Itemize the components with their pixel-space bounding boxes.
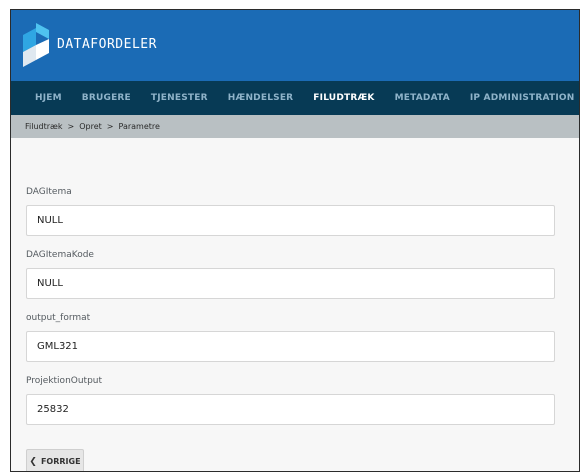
- nav-item-brugere[interactable]: BRUGERE: [82, 93, 131, 103]
- nav-item-ip-administration[interactable]: IP ADMINISTRATION: [470, 93, 575, 103]
- header: DATAFORDELER: [11, 10, 579, 81]
- nav-item-tjenester[interactable]: TJENESTER: [151, 93, 208, 103]
- field-label-dagitemakode: DAGItemaKode: [26, 250, 94, 260]
- back-button-label: FORRIGE: [40, 457, 81, 466]
- breadcrumb-separator: >: [67, 122, 75, 131]
- field-label-dagitema: DAGItema: [26, 187, 72, 197]
- breadcrumb: Filudtræk > Opret > Parametre: [11, 115, 579, 138]
- breadcrumb-item-parametre: Parametre: [118, 122, 160, 131]
- nav-item-metadata[interactable]: METADATA: [395, 93, 450, 103]
- nav-item-filudtraek[interactable]: FILUDTRÆK: [313, 93, 374, 103]
- brand-name[interactable]: DATAFORDELER: [57, 37, 157, 52]
- output-format-input[interactable]: [26, 331, 555, 362]
- dagitema-input[interactable]: [26, 205, 555, 236]
- nav-item-hjem[interactable]: HJEM: [35, 93, 62, 103]
- nav-item-haendelser[interactable]: HÆNDELSER: [228, 93, 294, 103]
- breadcrumb-separator: >: [106, 122, 114, 131]
- breadcrumb-item-filudtraek[interactable]: Filudtræk: [25, 122, 63, 131]
- back-button[interactable]: ❮ FORRIGE: [26, 449, 84, 471]
- chevron-left-icon: ❮: [29, 456, 37, 467]
- breadcrumb-item-opret[interactable]: Opret: [79, 122, 102, 131]
- main-nav: HJEM BRUGERE TJENESTER HÆNDELSER FILUDTR…: [11, 81, 579, 115]
- dagitemakode-input[interactable]: [26, 268, 555, 299]
- field-label-projektion-output: ProjektionOutput: [26, 376, 103, 386]
- app-window: DATAFORDELER HJEM BRUGERE TJENESTER HÆND…: [10, 9, 580, 472]
- projektion-output-input[interactable]: [26, 394, 555, 425]
- parameter-form: DAGItema DAGItemaKode output_format Proj…: [11, 138, 579, 471]
- field-label-output-format: output_format: [26, 313, 91, 323]
- datafordeler-logo-icon[interactable]: [23, 23, 49, 67]
